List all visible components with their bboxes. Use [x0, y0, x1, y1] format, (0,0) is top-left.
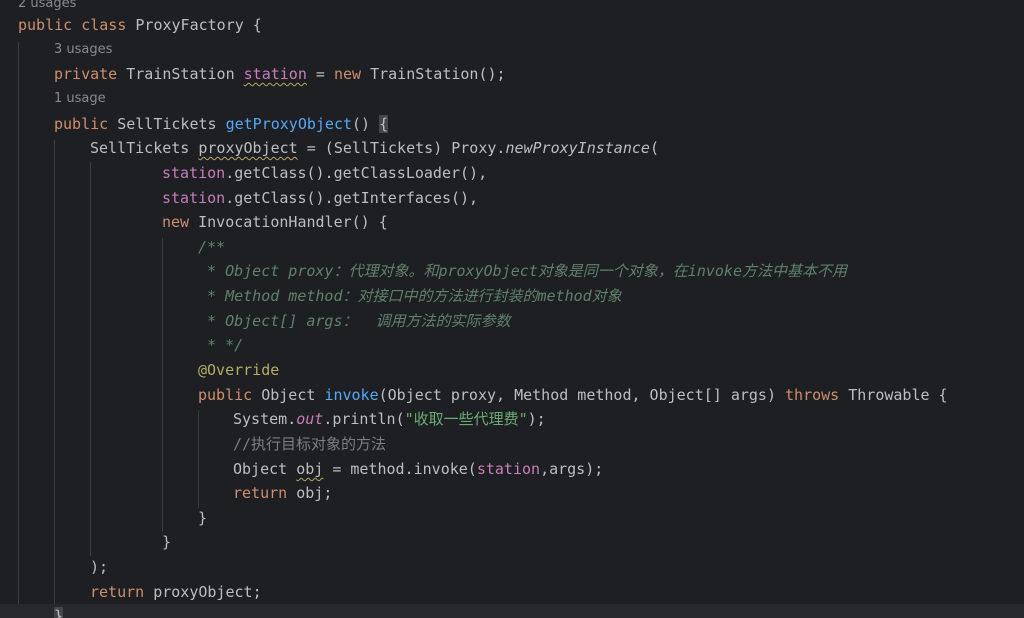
code-line[interactable]: public class ProxyFactory { — [0, 13, 1024, 37]
usage-hint[interactable]: 1 usage — [54, 91, 106, 106]
keyword: public — [54, 115, 109, 133]
code-line[interactable]: new InvocationHandler() { — [0, 210, 1024, 234]
code-line[interactable]: station.getClass().getInterfaces(), — [0, 186, 1024, 210]
code-line[interactable]: @Override — [0, 358, 1024, 382]
keyword: return — [233, 484, 288, 502]
keyword: return — [90, 583, 145, 601]
type-name: TrainStation — [126, 65, 235, 83]
code-line[interactable]: Object obj = method.invoke(station,args)… — [0, 457, 1024, 481]
doc-comment: /** — [198, 238, 226, 256]
field-name: station — [476, 460, 541, 478]
code-line[interactable]: ); — [0, 555, 1024, 579]
matched-brace: } — [54, 607, 64, 618]
code-line[interactable]: } — [0, 530, 1024, 554]
method-call: println — [332, 410, 396, 428]
type-name: SellTickets — [333, 139, 434, 157]
type-name: TrainStation — [370, 65, 479, 83]
code-line: 1 usage — [0, 87, 1024, 111]
code-line[interactable]: station.getClass().getClassLoader(), — [0, 161, 1024, 185]
line-comment: //执行目标对象的方法 — [233, 435, 387, 453]
keyword: throws — [785, 386, 840, 404]
method-call: getInterfaces — [333, 189, 451, 207]
field-name: station — [243, 65, 307, 83]
type-name: Object — [261, 386, 316, 404]
code-line-current[interactable]: } — [0, 604, 1024, 618]
type-name: System — [233, 410, 288, 428]
method-name: invoke — [324, 386, 379, 404]
class-name: ProxyFactory — [135, 16, 244, 34]
method-call: getClass — [234, 189, 307, 207]
code-line[interactable]: SellTickets proxyObject = (SellTickets) … — [0, 136, 1024, 160]
type-name: Throwable — [848, 386, 930, 404]
usage-hint[interactable]: 3 usages — [54, 42, 112, 57]
keyword: new — [333, 65, 362, 83]
variable-name: obj — [296, 460, 324, 478]
argument-list: ,args); — [540, 460, 604, 478]
code-line[interactable]: /** — [0, 235, 1024, 259]
method-call: method.invoke( — [350, 460, 477, 478]
code-line[interactable]: //执行目标对象的方法 — [0, 432, 1024, 456]
doc-comment: * Object[] args： 调用方法的实际参数 — [198, 312, 511, 330]
code-line[interactable]: return obj; — [0, 481, 1024, 505]
static-field: out — [296, 410, 324, 428]
matched-brace: { — [379, 115, 389, 133]
method-call: getClass — [234, 164, 307, 182]
annotation: @Override — [198, 361, 280, 379]
keyword: new — [162, 213, 190, 231]
string-literal: "收取一些代理费" — [404, 410, 528, 428]
type-name: SellTickets — [90, 139, 190, 157]
variable-name: obj — [296, 484, 324, 502]
type-name: SellTickets — [117, 115, 217, 133]
code-line[interactable]: * Object proxy：代理对象。和proxyObject对象是同一个对象… — [0, 259, 1024, 283]
code-line[interactable]: public Object invoke(Object proxy, Metho… — [0, 383, 1024, 407]
code-line[interactable]: System.out.println("收取一些代理费"); — [0, 407, 1024, 431]
variable-name: proxyObject — [198, 139, 298, 157]
field-name: station — [162, 189, 226, 207]
keyword: public — [198, 386, 253, 404]
code-editor[interactable]: 2 usages public class ProxyFactory { 3 u… — [0, 0, 1024, 618]
type-name: Object — [233, 460, 288, 478]
usage-hint[interactable]: 2 usages — [18, 0, 76, 11]
parameter-list: (Object proxy, Method method, Object[] a… — [378, 386, 786, 404]
code-line[interactable]: * */ — [0, 333, 1024, 357]
doc-comment: * */ — [198, 336, 244, 354]
keyword: public — [18, 16, 73, 34]
code-line[interactable]: private TrainStation station = new Train… — [0, 62, 1024, 86]
code-line[interactable]: * Method method：对接口中的方法进行封装的method对象 — [0, 284, 1024, 308]
code-line[interactable]: public SellTickets getProxyObject() { — [0, 112, 1024, 136]
doc-comment: * Method method：对接口中的方法进行封装的method对象 — [198, 287, 622, 305]
code-line[interactable]: * Object[] args： 调用方法的实际参数 — [0, 309, 1024, 333]
keyword: private — [54, 65, 118, 83]
method-name: getProxyObject — [225, 115, 353, 133]
variable-name: proxyObject — [153, 583, 253, 601]
code-line[interactable]: } — [0, 506, 1024, 530]
field-name: station — [162, 164, 226, 182]
type-name: InvocationHandler — [198, 213, 352, 231]
method-call: newProxyInstance — [505, 139, 650, 157]
doc-comment: * Object proxy：代理对象。和proxyObject对象是同一个对象… — [198, 262, 847, 280]
code-line[interactable]: return proxyObject; — [0, 580, 1024, 604]
keyword: class — [81, 16, 127, 34]
method-call: getClassLoader — [333, 164, 461, 182]
type-name: Proxy — [451, 139, 497, 157]
code-line: 3 usages — [0, 38, 1024, 62]
